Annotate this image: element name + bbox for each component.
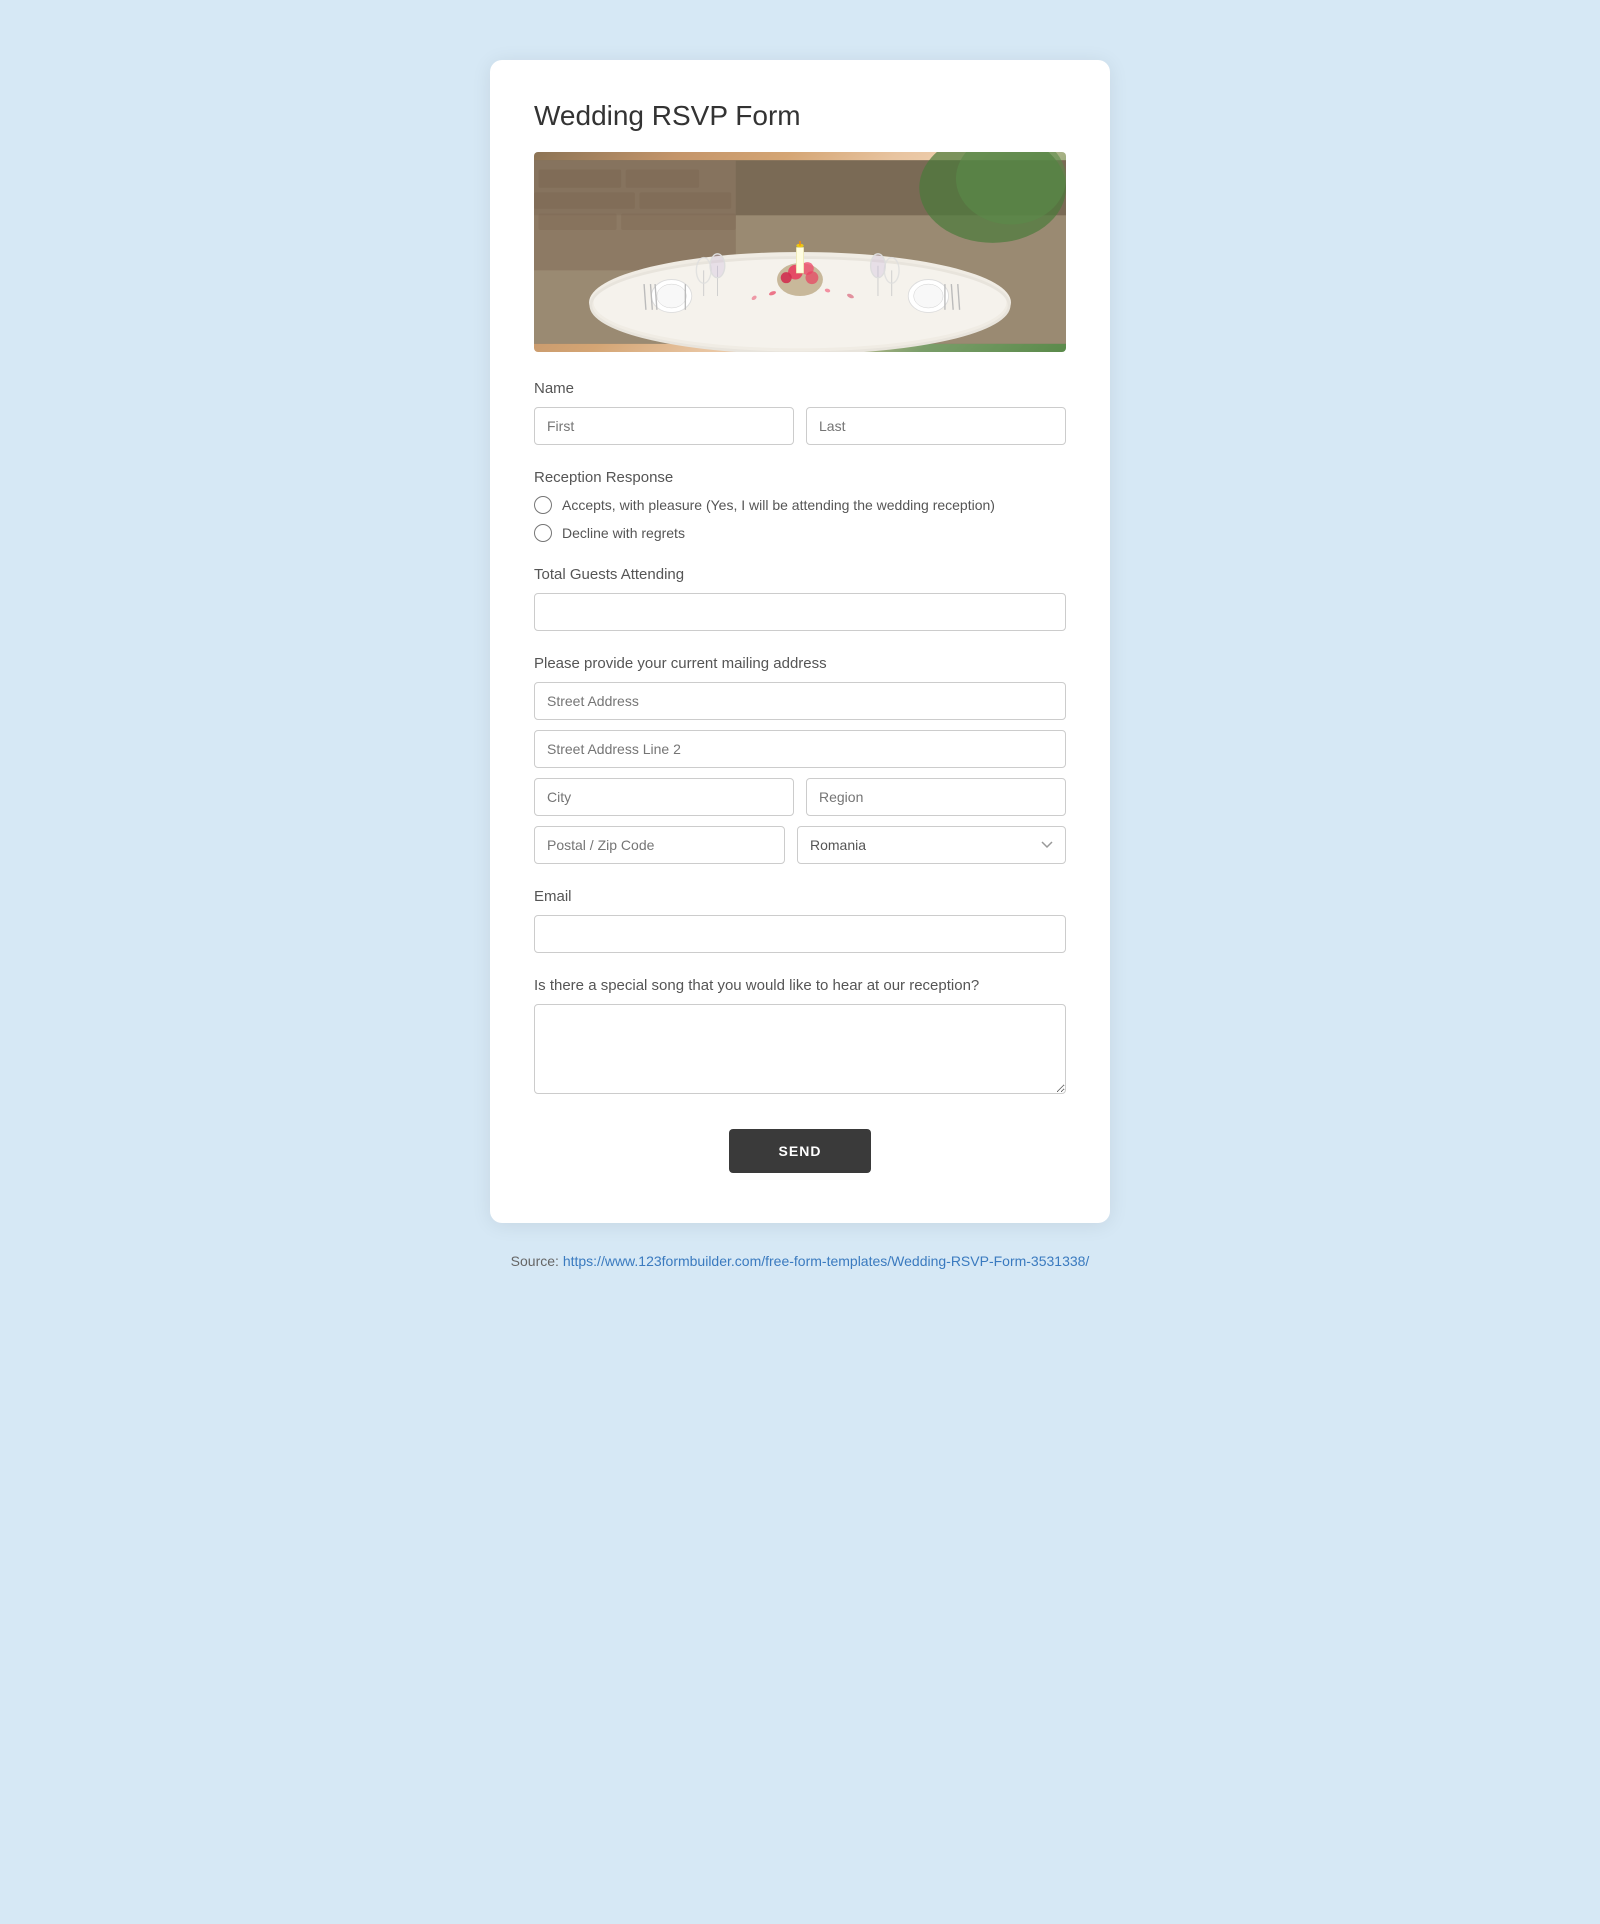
name-section: Name	[534, 380, 1066, 445]
address-section: Please provide your current mailing addr…	[534, 655, 1066, 864]
hero-image	[534, 152, 1066, 352]
reception-accept-radio[interactable]	[534, 496, 552, 514]
street1-input[interactable]	[534, 682, 1066, 720]
country-select[interactable]: Romania United States United Kingdom Can…	[797, 826, 1066, 864]
address-label: Please provide your current mailing addr…	[534, 655, 1066, 672]
guests-label: Total Guests Attending	[534, 566, 1066, 583]
region-input[interactable]	[806, 778, 1066, 816]
reception-decline-radio[interactable]	[534, 524, 552, 542]
source-label: Source:	[511, 1253, 559, 1269]
page-title: Wedding RSVP Form	[534, 100, 1066, 132]
city-region-row	[534, 778, 1066, 816]
email-label: Email	[534, 888, 1066, 905]
email-section: Email	[534, 888, 1066, 953]
reception-label: Reception Response	[534, 469, 1066, 486]
form-card: Wedding RSVP Form	[490, 60, 1110, 1223]
street1-field	[534, 682, 1066, 720]
source-link[interactable]: https://www.123formbuilder.com/free-form…	[563, 1253, 1090, 1269]
reception-accept-option[interactable]: Accepts, with pleasure (Yes, I will be a…	[534, 496, 1066, 514]
guests-section: Total Guests Attending	[534, 566, 1066, 631]
last-name-input[interactable]	[806, 407, 1066, 445]
reception-section: Reception Response Accepts, with pleasur…	[534, 469, 1066, 542]
street2-input[interactable]	[534, 730, 1066, 768]
guests-input[interactable]	[534, 593, 1066, 631]
first-name-input[interactable]	[534, 407, 794, 445]
zip-input[interactable]	[534, 826, 785, 864]
city-input[interactable]	[534, 778, 794, 816]
reception-decline-label: Decline with regrets	[562, 525, 685, 541]
song-section: Is there a special song that you would l…	[534, 977, 1066, 1099]
reception-accept-label: Accepts, with pleasure (Yes, I will be a…	[562, 497, 995, 513]
song-label: Is there a special song that you would l…	[534, 977, 1066, 994]
name-row	[534, 407, 1066, 445]
send-button[interactable]: SEND	[729, 1129, 872, 1173]
song-textarea[interactable]	[534, 1004, 1066, 1094]
reception-decline-option[interactable]: Decline with regrets	[534, 524, 1066, 542]
email-input[interactable]	[534, 915, 1066, 953]
name-label: Name	[534, 380, 1066, 397]
zip-country-row: Romania United States United Kingdom Can…	[534, 826, 1066, 864]
source-footer: Source: https://www.123formbuilder.com/f…	[511, 1253, 1090, 1269]
street2-field	[534, 730, 1066, 768]
